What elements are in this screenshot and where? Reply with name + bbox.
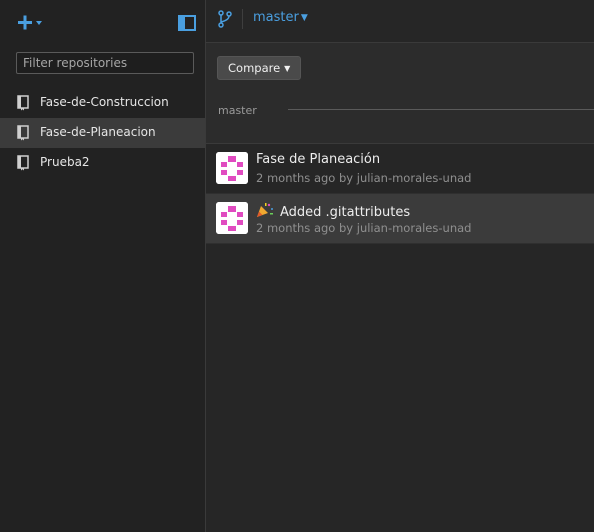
repository-list: Fase-de-Construccion Fase-de-Planeacion … (0, 88, 205, 178)
git-branch-icon (218, 10, 232, 28)
commit-list: Fase de Planeación 2 months ago by julia… (206, 144, 594, 244)
repo-item-prueba2[interactable]: Prueba2 (0, 148, 205, 178)
sidebar-toolbar (0, 0, 205, 44)
commit-item[interactable]: Fase de Planeación 2 months ago by julia… (206, 144, 594, 194)
compare-button-label: Compare (228, 61, 281, 75)
commit-item[interactable]: Added .gitattributes 2 months ago by jul… (206, 194, 594, 244)
plus-icon (18, 15, 42, 30)
repo-book-icon (17, 155, 29, 171)
compare-graph-area: Compare ▼ master (206, 43, 594, 144)
add-repository-button[interactable] (14, 10, 48, 36)
branch-graph-label: master (218, 104, 257, 117)
commit-meta: 2 months ago by julian-morales-unad (256, 221, 472, 235)
repo-book-icon (17, 95, 29, 111)
repo-item-fase-de-construccion[interactable]: Fase-de-Construccion (0, 88, 205, 118)
avatar (216, 152, 248, 184)
branch-selector[interactable]: master ▼ (253, 10, 308, 25)
repo-book-icon (17, 125, 29, 141)
avatar (216, 202, 248, 234)
chevron-down-icon (36, 21, 42, 25)
app-window: Fase-de-Construccion Fase-de-Planeacion … (0, 0, 594, 532)
toggle-sidebar-button[interactable] (178, 15, 196, 31)
commit-title: Fase de Planeación (256, 152, 381, 167)
commit-title-row: Added .gitattributes (256, 202, 410, 220)
branch-toolbar: master ▼ (206, 0, 594, 43)
repo-item-fase-de-planeacion[interactable]: Fase-de-Planeacion (0, 118, 205, 148)
toolbar-divider (242, 9, 243, 29)
commit-meta: 2 months ago by julian-morales-unad (256, 171, 472, 185)
repo-item-label: Fase-de-Planeacion (40, 125, 156, 139)
party-popper-icon (257, 203, 273, 217)
repo-item-label: Prueba2 (40, 155, 90, 169)
chevron-down-icon: ▼ (300, 13, 308, 23)
sidebar: Fase-de-Construccion Fase-de-Planeacion … (0, 0, 206, 532)
repo-item-label: Fase-de-Construccion (40, 95, 169, 109)
sidebar-toggle-icon (178, 15, 196, 31)
filter-repositories-input[interactable] (16, 52, 194, 74)
main-panel: master ▼ Compare ▼ master Fase de Planea… (206, 0, 594, 532)
chevron-down-icon: ▼ (284, 64, 291, 73)
compare-button[interactable]: Compare ▼ (217, 56, 302, 80)
branch-name: master (253, 10, 299, 25)
commit-title: Added .gitattributes (280, 205, 411, 220)
branch-graph-line (288, 109, 594, 110)
